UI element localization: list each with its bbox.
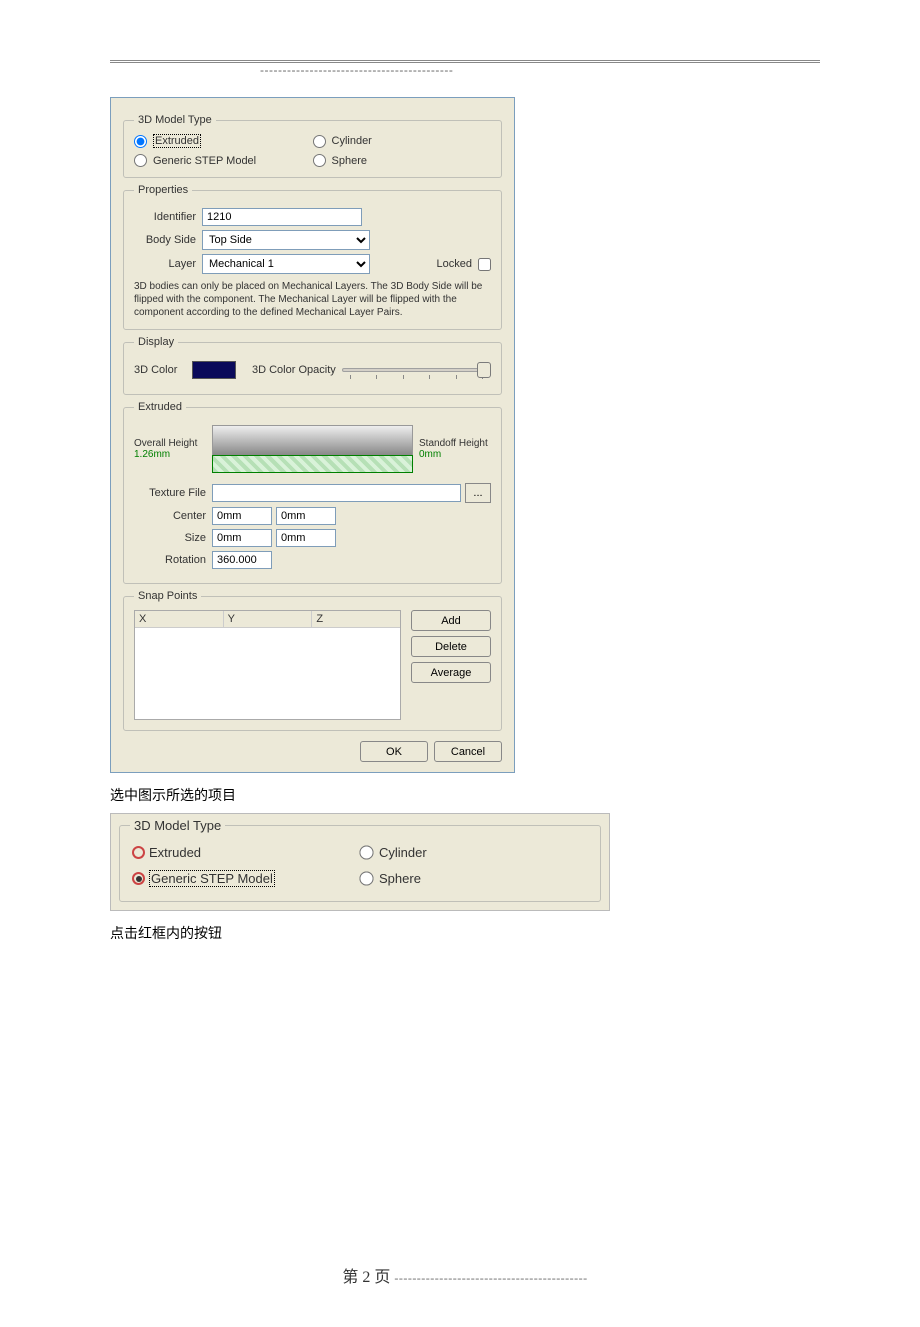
- texture-file-input[interactable]: [212, 484, 461, 502]
- locked-label: Locked: [437, 258, 472, 270]
- model-type-group-2: 3D Model Type Extruded Cylinder Generic …: [119, 818, 601, 902]
- properties-group: Properties Identifier Body Side Top Side…: [123, 184, 502, 330]
- radio2-cylinder-label: Cylinder: [379, 845, 427, 860]
- extruded-legend: Extruded: [134, 401, 186, 413]
- radio-generic-step-label: Generic STEP Model: [153, 155, 256, 167]
- size-label: Size: [134, 532, 212, 544]
- footer-dashes: ----------------------------------------…: [394, 1271, 587, 1286]
- page-footer: 第 2 页 ----------------------------------…: [110, 1263, 820, 1287]
- opacity-slider[interactable]: [342, 360, 491, 380]
- radio2-generic-step[interactable]: Generic STEP Model: [132, 870, 360, 887]
- radio-cylinder-input[interactable]: [313, 135, 326, 148]
- center-x-input[interactable]: [212, 507, 272, 525]
- texture-browse-button[interactable]: ...: [465, 483, 491, 503]
- model-type-legend: 3D Model Type: [134, 114, 216, 126]
- caption-select-item: 选中图示所选的项目: [110, 785, 820, 805]
- radio-sphere-input[interactable]: [313, 154, 326, 167]
- layer-select[interactable]: Mechanical 1: [202, 254, 370, 274]
- color-swatch[interactable]: [192, 361, 236, 379]
- standoff-height-value: 0mm: [419, 449, 491, 460]
- body-3d-dialog: 3D Model Type Extruded Cylinder Generic …: [110, 97, 515, 773]
- radio2-sphere-label: Sphere: [379, 871, 421, 886]
- radio-extruded-label: Extruded: [153, 134, 201, 148]
- properties-legend: Properties: [134, 184, 192, 196]
- radio2-sphere[interactable]: Sphere: [360, 870, 588, 887]
- snap-delete-button[interactable]: Delete: [411, 636, 491, 657]
- radio-generic-step-input[interactable]: [134, 154, 147, 167]
- identifier-label: Identifier: [134, 211, 196, 223]
- snap-col-z: Z: [312, 611, 400, 627]
- model-type-dialog-2: 3D Model Type Extruded Cylinder Generic …: [110, 813, 610, 911]
- display-group: Display 3D Color 3D Color Opacity: [123, 336, 502, 395]
- model-type-legend-2: 3D Model Type: [130, 818, 225, 833]
- snap-col-y: Y: [224, 611, 313, 627]
- properties-hint: 3D bodies can only be placed on Mechanic…: [134, 280, 491, 319]
- size-x-input[interactable]: [212, 529, 272, 547]
- cancel-button[interactable]: Cancel: [434, 741, 502, 762]
- radio2-generic-step-label: Generic STEP Model: [149, 870, 275, 887]
- radio2-extruded-label: Extruded: [149, 845, 201, 860]
- extruded-group: Extruded Overall Height 1.26mm Standoff …: [123, 401, 502, 584]
- ok-button[interactable]: OK: [360, 741, 428, 762]
- radio-extruded[interactable]: Extruded: [134, 134, 313, 148]
- rotation-input[interactable]: [212, 551, 272, 569]
- radio2-extruded-input[interactable]: [132, 846, 145, 859]
- display-legend: Display: [134, 336, 178, 348]
- model-type-group: 3D Model Type Extruded Cylinder Generic …: [123, 114, 502, 178]
- body-side-select[interactable]: Top Side: [202, 230, 370, 250]
- radio-sphere-label: Sphere: [332, 155, 367, 167]
- body-side-label: Body Side: [134, 234, 196, 246]
- snap-average-button[interactable]: Average: [411, 662, 491, 683]
- extruded-diagram: Overall Height 1.26mm Standoff Height 0m…: [134, 425, 491, 473]
- radio-cylinder[interactable]: Cylinder: [313, 134, 492, 148]
- radio2-extruded[interactable]: Extruded: [132, 845, 360, 860]
- snap-add-button[interactable]: Add: [411, 610, 491, 631]
- footer-page-label: 第 2 页: [342, 1269, 390, 1286]
- overall-height-label: Overall Height: [134, 438, 206, 449]
- radio2-generic-step-input[interactable]: [132, 872, 145, 885]
- radio2-sphere-input[interactable]: [359, 871, 373, 885]
- snap-points-legend: Snap Points: [134, 590, 201, 602]
- radio-cylinder-label: Cylinder: [332, 135, 372, 147]
- size-y-input[interactable]: [276, 529, 336, 547]
- snap-points-group: Snap Points X Y Z Add Delete Average: [123, 590, 502, 731]
- radio-extruded-input[interactable]: [134, 135, 147, 148]
- top-dashes: ----------------------------------------…: [260, 63, 820, 77]
- rotation-label: Rotation: [134, 554, 212, 566]
- color-label: 3D Color: [134, 364, 186, 376]
- radio2-cylinder-input[interactable]: [359, 845, 373, 859]
- snap-points-grid[interactable]: X Y Z: [134, 610, 401, 720]
- texture-file-label: Texture File: [134, 487, 212, 499]
- center-label: Center: [134, 510, 212, 522]
- radio-generic-step[interactable]: Generic STEP Model: [134, 154, 313, 167]
- locked-checkbox[interactable]: [478, 258, 491, 271]
- caption-click-red-button: 点击红框内的按钮: [110, 923, 820, 943]
- overall-height-value: 1.26mm: [134, 449, 206, 460]
- opacity-label: 3D Color Opacity: [252, 364, 336, 376]
- radio-sphere[interactable]: Sphere: [313, 154, 492, 167]
- standoff-height-label: Standoff Height: [419, 438, 491, 449]
- radio2-cylinder[interactable]: Cylinder: [360, 845, 588, 860]
- center-y-input[interactable]: [276, 507, 336, 525]
- diagram-shape: [212, 425, 413, 473]
- snap-col-x: X: [135, 611, 224, 627]
- identifier-input[interactable]: [202, 208, 362, 226]
- layer-label: Layer: [134, 258, 196, 270]
